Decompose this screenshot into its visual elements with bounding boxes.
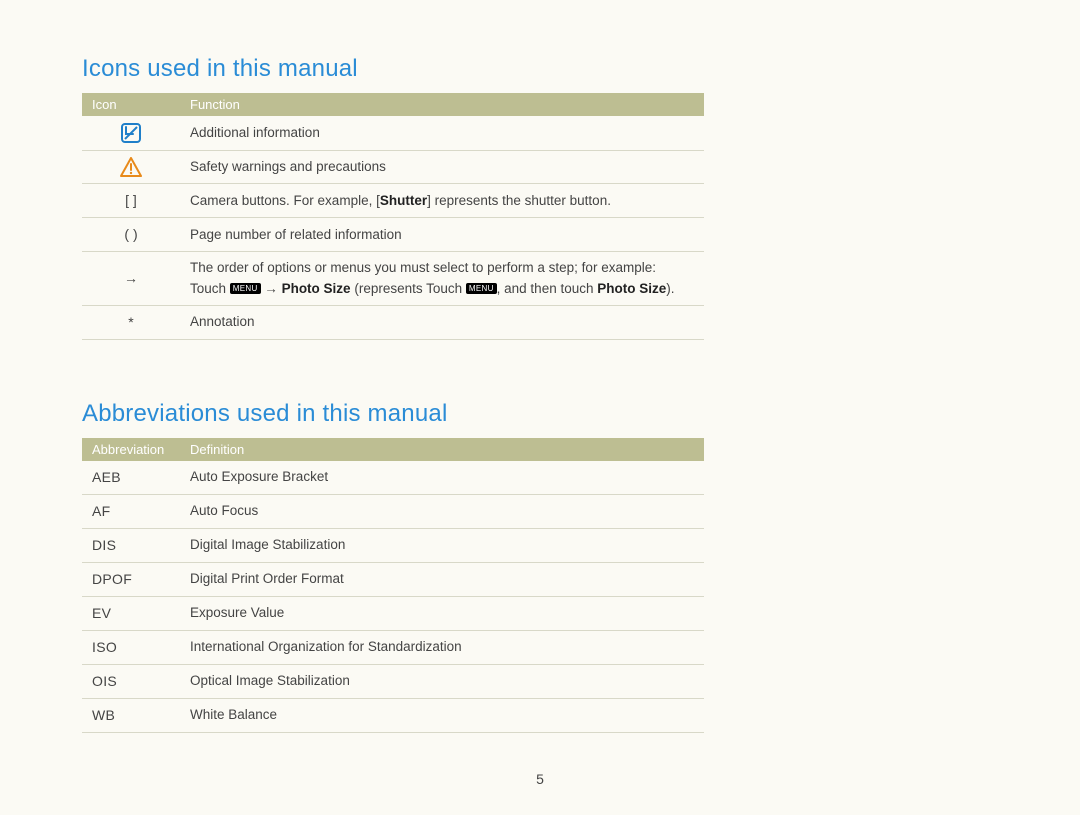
abbrev-table: Abbreviation Definition AEBAuto Exposure…	[82, 438, 704, 733]
parens-icon: ( )	[82, 218, 180, 252]
abbrev-cell: AF	[82, 494, 180, 528]
definition-cell: Digital Print Order Format	[180, 562, 704, 596]
table-row: [ ] Camera buttons. For example, [Shutte…	[82, 184, 704, 218]
table-row: WBWhite Balance	[82, 698, 704, 732]
brackets-desc: Camera buttons. For example, [Shutter] r…	[180, 184, 704, 218]
brackets-icon: [ ]	[82, 184, 180, 218]
table-row: ( ) Page number of related information	[82, 218, 704, 252]
abbrev-section-title: Abbreviations used in this manual	[82, 400, 998, 428]
abbrev-cell: ISO	[82, 630, 180, 664]
warning-icon	[92, 157, 170, 177]
info-icon	[92, 122, 170, 144]
star-desc: Annotation	[180, 305, 704, 339]
abbrev-header-def: Definition	[180, 438, 704, 461]
abbrev-cell: AEB	[82, 461, 180, 495]
abbrev-header-abbr: Abbreviation	[82, 438, 180, 461]
table-row: OISOptical Image Stabilization	[82, 664, 704, 698]
warning-desc: Safety warnings and precautions	[180, 151, 704, 184]
icons-section-title: Icons used in this manual	[82, 55, 998, 83]
star-icon: *	[82, 305, 180, 339]
table-row: ISOInternational Organization for Standa…	[82, 630, 704, 664]
abbrev-cell: WB	[82, 698, 180, 732]
table-row: DPOFDigital Print Order Format	[82, 562, 704, 596]
arrow-desc: The order of options or menus you must s…	[180, 252, 704, 306]
arrow-icon: →	[82, 252, 180, 306]
table-row: → The order of options or menus you must…	[82, 252, 704, 306]
abbrev-cell: EV	[82, 596, 180, 630]
table-row: EVExposure Value	[82, 596, 704, 630]
definition-cell: International Organization for Standardi…	[180, 630, 704, 664]
abbrev-cell: DPOF	[82, 562, 180, 596]
definition-cell: Optical Image Stabilization	[180, 664, 704, 698]
table-row: * Annotation	[82, 305, 704, 339]
page-number: 5	[0, 771, 1080, 787]
icons-header-function: Function	[180, 93, 704, 116]
definition-cell: White Balance	[180, 698, 704, 732]
definition-cell: Digital Image Stabilization	[180, 528, 704, 562]
table-row: Safety warnings and precautions	[82, 151, 704, 184]
icons-header-icon: Icon	[82, 93, 180, 116]
icons-table: Icon Function Additional information	[82, 93, 704, 340]
menu-icon: MENU	[230, 283, 261, 294]
abbrev-cell: OIS	[82, 664, 180, 698]
table-row: AEBAuto Exposure Bracket	[82, 461, 704, 495]
table-row: DISDigital Image Stabilization	[82, 528, 704, 562]
definition-cell: Exposure Value	[180, 596, 704, 630]
abbrev-cell: DIS	[82, 528, 180, 562]
menu-icon: MENU	[466, 283, 497, 294]
info-desc: Additional information	[180, 116, 704, 151]
table-row: AFAuto Focus	[82, 494, 704, 528]
definition-cell: Auto Exposure Bracket	[180, 461, 704, 495]
definition-cell: Auto Focus	[180, 494, 704, 528]
parens-desc: Page number of related information	[180, 218, 704, 252]
table-row: Additional information	[82, 116, 704, 151]
